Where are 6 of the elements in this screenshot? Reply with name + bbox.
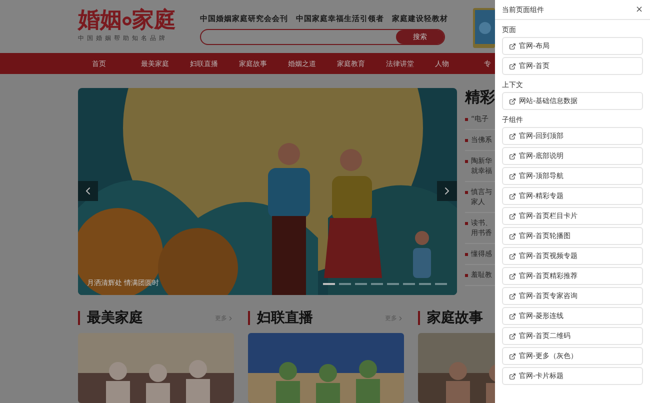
featured-title: 精彩 <box>465 88 495 107</box>
close-button[interactable]: × <box>635 4 643 14</box>
section-title: 家庭故事 <box>427 309 483 327</box>
section-title: 最美家庭 <box>87 309 143 327</box>
section-title: 妇联直播 <box>257 309 313 327</box>
logo-text: 婚姻 家庭 <box>78 8 177 34</box>
